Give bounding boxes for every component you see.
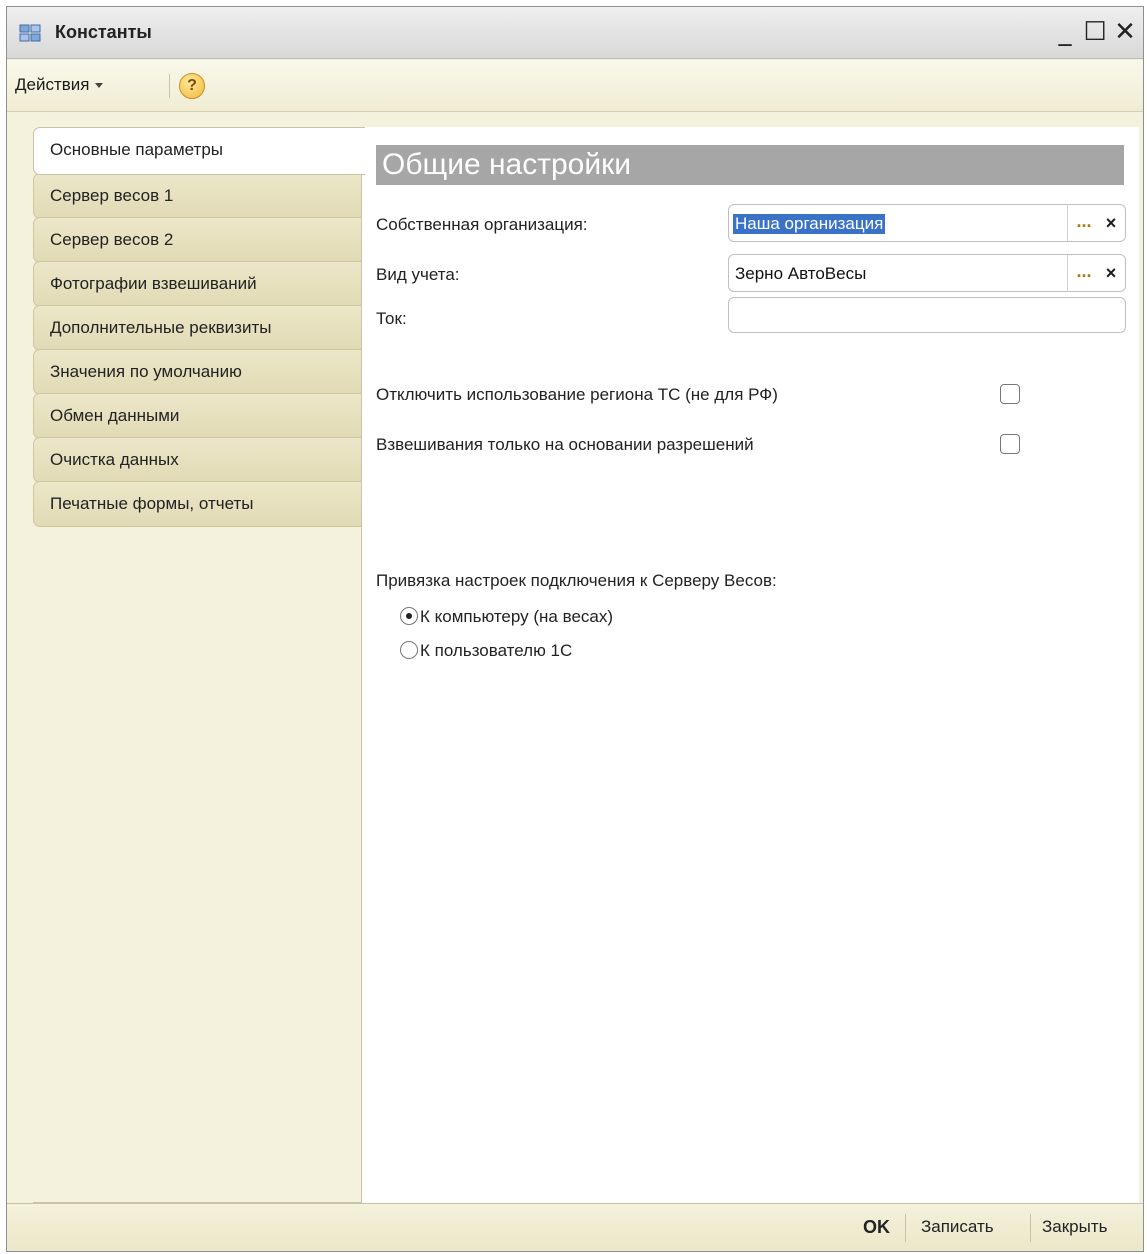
organization-field[interactable]: Наша организация ... × <box>728 204 1126 242</box>
organization-field-buttons: ... × <box>1067 205 1125 241</box>
save-button[interactable]: Записать <box>921 1217 994 1237</box>
account-type-field[interactable]: Зерно АвтоВесы ... × <box>728 254 1126 292</box>
tab-additional-requisites[interactable]: Дополнительные реквизиты <box>33 305 363 351</box>
tab-scale-server-1[interactable]: Сервер весов 1 <box>33 173 363 219</box>
maximize-button[interactable]: ☐ <box>1080 17 1110 47</box>
content-area: Основные параметры Сервер весов 1 Сервер… <box>7 113 1143 1208</box>
permits-only-label: Взвешивания только на основании разрешен… <box>376 435 754 454</box>
tok-input[interactable] <box>728 297 1126 333</box>
tab-data-exchange[interactable]: Обмен данными <box>33 393 363 439</box>
toolbar: Действия ? <box>7 60 1143 112</box>
organization-label: Собственная организация: <box>376 215 588 234</box>
account-type-clear-button[interactable]: × <box>1100 258 1122 288</box>
organization-select-button[interactable]: ... <box>1072 208 1096 238</box>
account-type-value: Зерно АвтоВесы <box>735 264 867 283</box>
constants-window: Константы _ ☐ ✕ Действия ? Основные пара… <box>6 6 1144 1252</box>
footer-separator <box>1030 1214 1031 1242</box>
settings-panel: Общие настройки Собственная организация:… <box>361 127 1139 1208</box>
tab-default-values[interactable]: Значения по умолчанию <box>33 349 363 395</box>
minimize-button[interactable]: _ <box>1050 17 1080 47</box>
disable-region-label: Отключить использование региона ТС (не д… <box>376 385 778 404</box>
binding-option-user-label: К пользователю 1С <box>420 641 573 660</box>
radio-checked-icon <box>400 607 418 625</box>
actions-menu-label: Действия <box>15 75 90 94</box>
organization-clear-button[interactable]: × <box>1100 208 1122 238</box>
tab-weighing-photos[interactable]: Фотографии взвешиваний <box>33 261 363 307</box>
tab-print-forms[interactable]: Печатные формы, отчеты <box>33 481 363 527</box>
binding-option-computer-label: К компьютеру (на весах) <box>420 607 614 626</box>
actions-menu-button[interactable]: Действия <box>15 75 104 95</box>
radio-unchecked-icon <box>400 641 418 659</box>
account-type-label: Вид учета: <box>376 265 460 284</box>
close-window-button[interactable]: ✕ <box>1110 17 1140 47</box>
tab-scale-server-2[interactable]: Сервер весов 2 <box>33 217 363 263</box>
tab-data-cleanup[interactable]: Очистка данных <box>33 437 363 483</box>
footer-bar: OK Записать Закрыть <box>7 1203 1143 1251</box>
help-icon[interactable]: ? <box>179 73 205 99</box>
binding-option-computer[interactable]: К компьютеру (на весах) <box>400 607 613 627</box>
disable-region-checkbox[interactable] <box>1000 384 1020 404</box>
tab-main-parameters[interactable]: Основные параметры <box>33 127 365 175</box>
binding-option-user[interactable]: К пользователю 1С <box>400 641 572 661</box>
binding-label: Привязка настроек подключения к Серверу … <box>376 571 777 590</box>
account-type-select-button[interactable]: ... <box>1072 258 1096 288</box>
toolbar-separator <box>169 74 170 98</box>
title-bar: Константы _ ☐ ✕ <box>7 7 1143 59</box>
footer-separator <box>905 1214 906 1242</box>
organization-value: Наша организация <box>733 214 886 234</box>
chevron-down-icon <box>95 83 104 89</box>
window-title: Константы <box>55 22 152 42</box>
constants-icon <box>19 24 41 42</box>
ok-button[interactable]: OK <box>863 1217 890 1238</box>
section-header: Общие настройки <box>376 145 1124 185</box>
account-type-field-buttons: ... × <box>1067 255 1125 291</box>
close-button[interactable]: Закрыть <box>1042 1217 1107 1237</box>
tab-list: Основные параметры Сервер весов 1 Сервер… <box>33 127 365 527</box>
tok-label: Ток: <box>376 309 407 328</box>
permits-only-checkbox[interactable] <box>1000 434 1020 454</box>
